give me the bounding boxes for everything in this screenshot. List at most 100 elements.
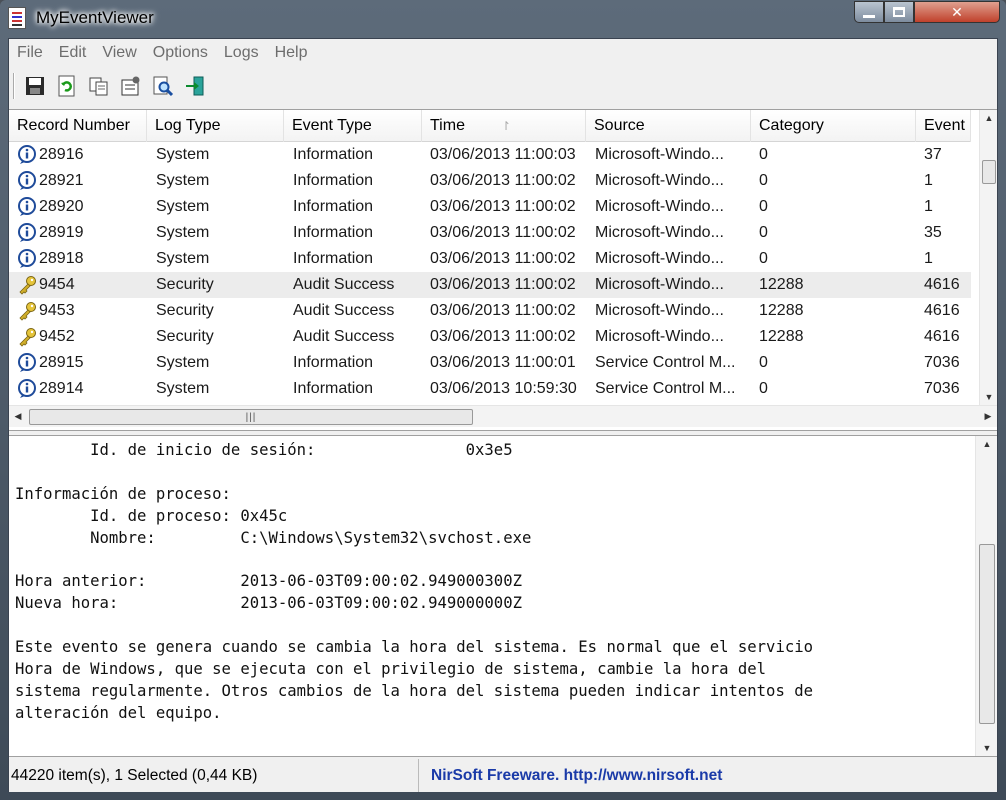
events-list[interactable]: Record Number Log Type Event Type Time ↾ … xyxy=(9,109,997,431)
grip-icon: ||| xyxy=(245,411,257,423)
list-rows: 28916 System Information 03/06/2013 11:00:0… xyxy=(9,142,971,402)
event-type-cell: Information xyxy=(293,250,374,267)
list-vertical-scrollbar[interactable]: ▲ ▼ xyxy=(979,110,997,405)
source-cell: Microsoft-Windo... xyxy=(595,224,724,241)
close-button[interactable]: ✕ xyxy=(914,1,1000,23)
minimize-button[interactable] xyxy=(854,1,884,23)
description-line: sistema regularmente. Otros cambios de l… xyxy=(15,681,813,700)
minimize-icon xyxy=(863,14,875,18)
time-cell: 03/06/2013 11:00:02 xyxy=(430,276,576,293)
category-cell: 12288 xyxy=(759,276,804,293)
status-item-count: 44220 item(s), 1 Selected (0,44 KB) xyxy=(11,759,419,792)
description-line: Id. de proceso: 0x45c xyxy=(15,506,288,525)
table-row[interactable]: 28921 System Information 03/06/2013 11:00:0… xyxy=(9,168,971,194)
category-cell: 0 xyxy=(759,198,768,215)
scroll-down-icon[interactable]: ▼ xyxy=(980,392,997,402)
event-id-cell: 4616 xyxy=(924,302,960,319)
event-type-cell: Audit Success xyxy=(293,328,395,345)
event-type-cell: Information xyxy=(293,380,374,397)
title-bar[interactable]: MyEventViewer ✕ xyxy=(0,0,1006,38)
client-area: File Edit View Options Logs Help Record … xyxy=(8,38,998,792)
details-vertical-scrollbar[interactable]: ▲ ▼ xyxy=(975,436,997,756)
save-icon xyxy=(26,77,44,95)
description-line: alteración del equipo. xyxy=(15,703,222,722)
information-icon xyxy=(17,223,37,243)
information-icon xyxy=(17,145,37,165)
list-vscroll-thumb[interactable] xyxy=(982,160,996,184)
scroll-right-icon[interactable]: ▶ xyxy=(979,411,997,422)
event-details-pane[interactable]: Id. de inicio de sesión: 0x3e5 Informació… xyxy=(9,435,997,757)
menu-edit[interactable]: Edit xyxy=(51,39,95,67)
column-category[interactable]: Category xyxy=(751,110,916,142)
event-type-cell: Information xyxy=(293,198,374,215)
app-window: MyEventViewer ✕ File Edit View Options L… xyxy=(0,0,1006,800)
menu-help[interactable]: Help xyxy=(267,39,316,67)
description-line: Hora de Windows, que se ejecuta con el p… xyxy=(15,659,767,678)
log-type-cell: Security xyxy=(156,276,214,293)
save-button[interactable] xyxy=(21,72,49,100)
source-cell: Microsoft-Windo... xyxy=(595,250,724,267)
table-row[interactable]: 9454 Security Audit Success 03/06/2013 11:0… xyxy=(9,272,971,298)
description-line: Id. de inicio de sesión: 0x3e5 xyxy=(15,441,513,459)
column-record-number[interactable]: Record Number xyxy=(9,110,147,142)
event-type-cell: Information xyxy=(293,354,374,371)
table-row[interactable]: 28918 System Information 03/06/2013 11:00:0… xyxy=(9,246,971,272)
details-vscroll-thumb[interactable] xyxy=(979,544,995,724)
list-horizontal-scrollbar[interactable]: ◀ ||| ▶ xyxy=(9,405,997,427)
column-event-id[interactable]: Event ID xyxy=(916,110,971,142)
source-cell: Microsoft-Windo... xyxy=(595,276,724,293)
column-time[interactable]: Time ↾ xyxy=(422,110,586,142)
time-cell: 03/06/2013 11:00:03 xyxy=(430,146,576,163)
table-row[interactable]: 28914 System Information 03/06/2013 10:59:3… xyxy=(9,376,971,402)
scroll-left-icon[interactable]: ◀ xyxy=(9,411,27,422)
record-number-cell: 28920 xyxy=(39,198,84,215)
category-cell: 12288 xyxy=(759,328,804,345)
time-cell: 03/06/2013 11:00:02 xyxy=(430,328,576,345)
description-line: Nueva hora: 2013-06-03T09:00:02.94900000… xyxy=(15,594,522,613)
find-button[interactable] xyxy=(149,72,177,100)
copy-icon xyxy=(89,77,108,96)
details-scroll-down-icon[interactable]: ▼ xyxy=(978,743,996,753)
event-type-cell: Information xyxy=(293,172,374,189)
column-time-label: Time xyxy=(430,117,465,134)
menu-options[interactable]: Options xyxy=(145,39,216,67)
log-type-cell: System xyxy=(156,172,210,189)
information-icon xyxy=(17,197,37,217)
table-row[interactable]: 28919 System Information 03/06/2013 11:00:0… xyxy=(9,220,971,246)
log-type-cell: System xyxy=(156,380,210,397)
audit-success-key-icon xyxy=(17,275,37,295)
menu-file[interactable]: File xyxy=(9,39,51,67)
table-row[interactable]: 9452 Security Audit Success 03/06/2013 11:0… xyxy=(9,324,971,350)
table-row[interactable]: 28916 System Information 03/06/2013 11:00:0… xyxy=(9,142,971,168)
status-bar: 44220 item(s), 1 Selected (0,44 KB) NirS… xyxy=(9,759,997,792)
time-cell: 03/06/2013 11:00:02 xyxy=(430,172,576,189)
source-cell: Service Control M... xyxy=(595,354,736,371)
table-row[interactable]: 9453 Security Audit Success 03/06/2013 11:0… xyxy=(9,298,971,324)
column-source[interactable]: Source xyxy=(586,110,751,142)
properties-button[interactable] xyxy=(117,72,145,100)
record-number-cell: 28914 xyxy=(39,380,84,397)
table-row[interactable]: 28920 System Information 03/06/2013 11:00:0… xyxy=(9,194,971,220)
app-icon[interactable] xyxy=(8,7,26,29)
maximize-icon xyxy=(893,7,905,17)
maximize-button[interactable] xyxy=(884,1,914,23)
table-row[interactable]: 28915 System Information 03/06/2013 11:00:0… xyxy=(9,350,971,376)
category-cell: 0 xyxy=(759,224,768,241)
event-id-cell: 1 xyxy=(924,250,933,267)
scroll-up-icon[interactable]: ▲ xyxy=(980,113,997,123)
details-scroll-up-icon[interactable]: ▲ xyxy=(978,439,996,449)
refresh-button[interactable] xyxy=(53,72,81,100)
description-line xyxy=(15,462,965,484)
source-cell: Microsoft-Windo... xyxy=(595,172,724,189)
event-id-cell: 35 xyxy=(924,224,942,241)
menu-logs[interactable]: Logs xyxy=(216,39,267,67)
nirsoft-link[interactable]: NirSoft Freeware. http://www.nirsoft.net xyxy=(431,759,722,792)
column-event-type[interactable]: Event Type xyxy=(284,110,422,142)
column-log-type[interactable]: Log Type xyxy=(147,110,284,142)
copy-button[interactable] xyxy=(85,72,113,100)
toolbar-separator xyxy=(13,73,15,99)
list-hscroll-thumb[interactable]: ||| xyxy=(29,409,473,425)
exit-button[interactable] xyxy=(181,72,209,100)
event-description-text: Id. de inicio de sesión: 0x3e5 Informació… xyxy=(15,440,965,725)
menu-view[interactable]: View xyxy=(94,39,144,67)
